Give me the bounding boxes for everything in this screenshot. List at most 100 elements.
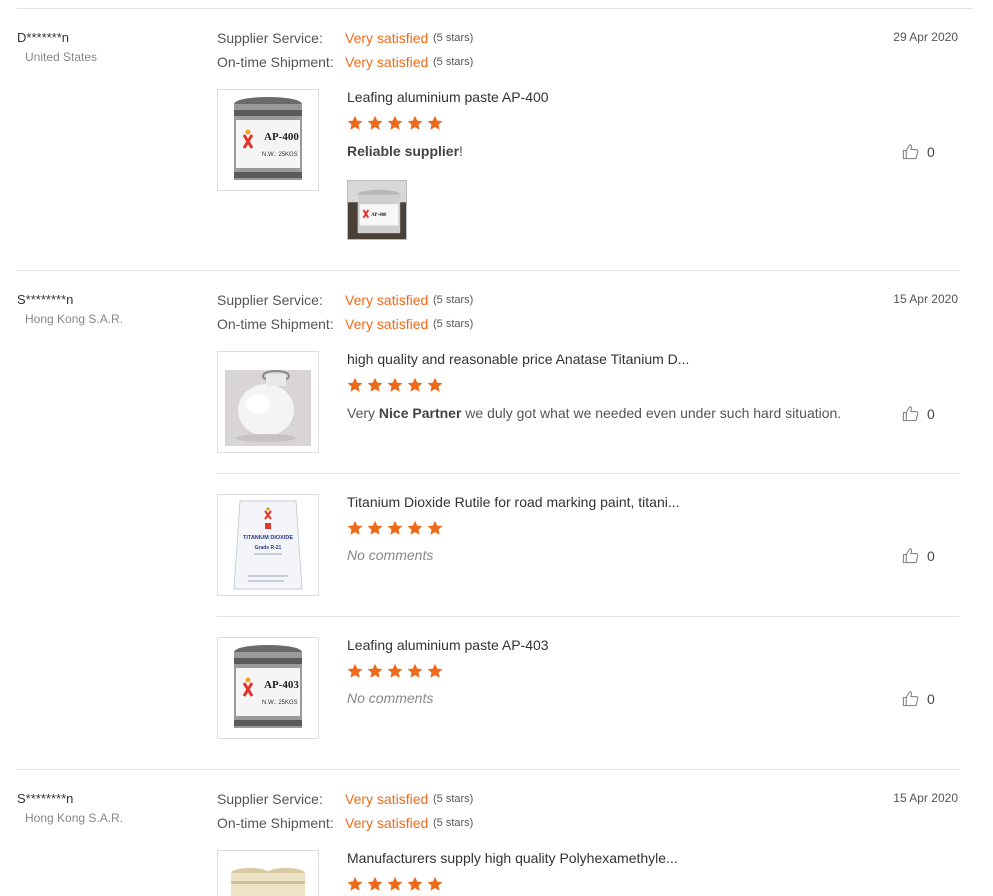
- titanium-bag-image: TITANIUM DIOXIDE Grade R-21: [218, 495, 318, 595]
- product-thumbnail[interactable]: [217, 850, 319, 896]
- comment-emphasis: Reliable supplier: [347, 143, 460, 159]
- no-comments-text: No comments: [347, 690, 434, 706]
- ontime-shipment-label: On-time Shipment:: [217, 316, 334, 332]
- product-rating-stars: [347, 520, 443, 536]
- star-icon: [407, 520, 423, 535]
- star-icon: [407, 115, 423, 130]
- comment-text: we duly got what we needed even under su…: [461, 405, 842, 421]
- ontime-shipment-stars: (5 stars): [433, 817, 474, 829]
- buyer-name: D*******n: [17, 30, 70, 45]
- star-icon: [407, 377, 423, 392]
- like-count: 0: [927, 690, 935, 707]
- supplier-service-label: Supplier Service:: [217, 292, 323, 308]
- star-icon: [367, 377, 383, 392]
- product-title-link[interactable]: high quality and reasonable price Anatas…: [347, 351, 689, 367]
- star-icon: [387, 377, 403, 392]
- star-icon: [367, 520, 383, 535]
- star-icon: [427, 520, 443, 535]
- review-separator: [17, 769, 959, 770]
- buyer-photo[interactable]: AP-400: [347, 180, 407, 240]
- product-thumbnail[interactable]: [217, 351, 319, 453]
- ontime-shipment-rating: Very satisfied: [345, 316, 429, 332]
- buyer-country: United States: [25, 50, 98, 64]
- supplier-service-stars: (5 stars): [433, 793, 474, 805]
- buyer-photo-image: AP-400: [348, 181, 406, 239]
- product-rating-stars: [347, 377, 443, 393]
- star-icon: [367, 876, 383, 891]
- svg-text:Grade R-21: Grade R-21: [255, 545, 282, 551]
- powder-flask-image: [218, 352, 318, 452]
- like-button[interactable]: 0: [902, 405, 935, 422]
- product-thumbnail[interactable]: AP-403 N.W.: 25KGS: [217, 637, 319, 739]
- svg-text:TITANIUM DIOXIDE: TITANIUM DIOXIDE: [243, 535, 293, 541]
- review-comment: Very Nice Partner we duly got what we ne…: [347, 405, 841, 421]
- like-button[interactable]: 0: [902, 143, 935, 160]
- star-icon: [387, 520, 403, 535]
- star-icon: [407, 663, 423, 678]
- star-icon: [427, 663, 443, 678]
- paint-can-ap400-image: AP-400 N.W.: 25KGS: [218, 90, 318, 190]
- star-icon: [387, 876, 403, 891]
- svg-text:AP-400: AP-400: [371, 213, 387, 218]
- supplier-service-stars: (5 stars): [433, 294, 474, 306]
- star-icon: [347, 115, 363, 130]
- comment-text: Very: [347, 405, 379, 421]
- supplier-service-stars: (5 stars): [433, 32, 474, 44]
- like-count: 0: [927, 405, 935, 422]
- thumbs-up-icon: [902, 144, 919, 160]
- svg-text:N.W.: 25KGS: N.W.: 25KGS: [262, 152, 298, 158]
- item-separator: [217, 473, 959, 474]
- svg-text:AP-400: AP-400: [264, 131, 299, 143]
- buyer-country: Hong Kong S.A.R.: [25, 811, 124, 825]
- ontime-shipment-stars: (5 stars): [433, 318, 474, 330]
- comment-emphasis: Nice Partner: [378, 405, 462, 421]
- thumbs-up-icon: [902, 406, 919, 422]
- product-title-link[interactable]: Titanium Dioxide Rutile for road marking…: [347, 494, 680, 510]
- buyer-name: S********n: [17, 292, 74, 307]
- star-icon: [427, 876, 443, 891]
- product-title-link[interactable]: Leafing aluminium paste AP-400: [347, 89, 549, 105]
- item-separator: [217, 616, 959, 617]
- star-icon: [427, 115, 443, 130]
- product-title-link[interactable]: Manufacturers supply high quality Polyhe…: [347, 850, 678, 866]
- star-icon: [347, 377, 363, 392]
- product-thumbnail[interactable]: AP-400 N.W.: 25KGS: [217, 89, 319, 191]
- star-icon: [407, 876, 423, 891]
- supplier-service-rating: Very satisfied: [345, 791, 429, 807]
- bottles-image: [218, 851, 318, 896]
- review-comment: Reliable supplier!: [347, 143, 463, 159]
- review-date: 15 Apr 2020: [893, 292, 958, 306]
- buyer-country: Hong Kong S.A.R.: [25, 312, 124, 326]
- like-button[interactable]: 0: [902, 690, 935, 707]
- paint-can-ap403-image: AP-403 N.W.: 25KGS: [218, 638, 318, 738]
- thumbs-up-icon: [902, 691, 919, 707]
- star-icon: [387, 115, 403, 130]
- review-separator: [17, 270, 959, 271]
- product-rating-stars: [347, 876, 443, 892]
- supplier-service-rating: Very satisfied: [345, 30, 429, 46]
- ontime-shipment-label: On-time Shipment:: [217, 815, 334, 831]
- supplier-service-label: Supplier Service:: [217, 791, 323, 807]
- svg-text:AP-403: AP-403: [264, 679, 299, 691]
- product-thumbnail[interactable]: TITANIUM DIOXIDE Grade R-21: [217, 494, 319, 596]
- like-count: 0: [927, 547, 935, 564]
- star-icon: [347, 663, 363, 678]
- ontime-shipment-stars: (5 stars): [433, 56, 474, 68]
- review-date: 15 Apr 2020: [893, 791, 958, 805]
- review-date: 29 Apr 2020: [893, 30, 958, 44]
- product-rating-stars: [347, 663, 443, 679]
- ontime-shipment-rating: Very satisfied: [345, 54, 429, 70]
- star-icon: [367, 115, 383, 130]
- star-icon: [347, 876, 363, 891]
- svg-text:N.W.: 25KGS: N.W.: 25KGS: [262, 700, 298, 706]
- like-button[interactable]: 0: [902, 547, 935, 564]
- review-separator: [17, 8, 973, 9]
- ontime-shipment-label: On-time Shipment:: [217, 54, 334, 70]
- thumbs-up-icon: [902, 548, 919, 564]
- comment-text: !: [459, 143, 463, 159]
- supplier-service-rating: Very satisfied: [345, 292, 429, 308]
- star-icon: [427, 377, 443, 392]
- buyer-name: S********n: [17, 791, 74, 806]
- product-title-link[interactable]: Leafing aluminium paste AP-403: [347, 637, 549, 653]
- no-comments-text: No comments: [347, 547, 434, 563]
